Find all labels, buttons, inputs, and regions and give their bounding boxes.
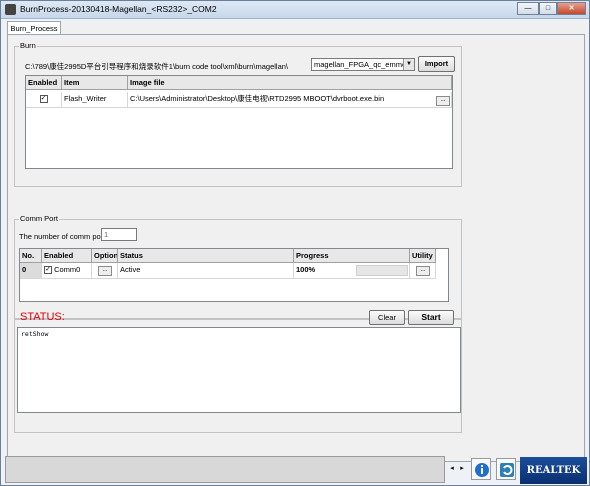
clear-button[interactable]: Clear	[369, 310, 405, 325]
comm-group-label: Comm Port	[19, 214, 59, 223]
utility-button[interactable]: ...	[416, 266, 430, 276]
column-header-enabled[interactable]: Enabled	[26, 76, 62, 90]
status-bar	[5, 456, 445, 483]
app-icon	[5, 4, 16, 15]
column-header-option[interactable]: Option	[92, 249, 118, 263]
info-icon	[475, 463, 489, 477]
comm-count-input[interactable]: 1	[101, 228, 137, 241]
column-header-utility[interactable]: Utility	[410, 249, 436, 263]
maximize-button[interactable]: □	[539, 2, 557, 15]
status-log[interactable]: retShow	[17, 327, 461, 413]
minimize-button[interactable]: —	[517, 2, 539, 15]
import-button[interactable]: Import	[418, 56, 455, 72]
option-cell[interactable]: ...	[92, 263, 118, 279]
item-cell[interactable]: Flash_Writer	[62, 92, 128, 108]
close-button[interactable]: ✕	[557, 2, 586, 15]
enabled-cell[interactable]: ✓ Comm0	[42, 263, 92, 279]
image-file-cell[interactable]: C:\Users\Administrator\Desktop\康佳电视\RTD2…	[128, 92, 452, 108]
app-window: BurnProcess-20130418-Magellan_<RS232>_CO…	[0, 0, 590, 486]
config-select-value: magellan_FPGA_qc_emmc	[314, 60, 406, 69]
option-button[interactable]: ...	[98, 266, 112, 276]
window-title: BurnProcess-20130418-Magellan_<RS232>_CO…	[20, 4, 217, 14]
tab-burn-process[interactable]: Burn_Process	[7, 21, 61, 35]
browse-image-button[interactable]: ...	[436, 96, 450, 106]
column-header-image-file[interactable]: Image file	[128, 76, 452, 90]
realtek-logo: REALTEK	[520, 457, 587, 484]
refresh-icon	[500, 463, 514, 477]
start-button[interactable]: Start	[408, 310, 454, 325]
scroll-right-icon[interactable]: ▸	[458, 461, 466, 477]
progress-bar	[356, 265, 408, 276]
comm-enabled-checkbox[interactable]: ✓	[44, 266, 52, 275]
title-bar: BurnProcess-20130418-Magellan_<RS232>_CO…	[1, 1, 589, 19]
column-header-progress[interactable]: Progress	[294, 249, 410, 263]
progress-cell: 100%	[294, 263, 410, 279]
column-header-no[interactable]: No.	[20, 249, 42, 263]
comm-port-group: Comm Port The number of comm port 1 No. …	[14, 214, 462, 319]
burn-group-label: Burn	[19, 41, 37, 50]
enabled-checkbox[interactable]: ✓	[39, 95, 48, 104]
info-button[interactable]	[471, 458, 491, 480]
column-header-status[interactable]: Status	[118, 249, 294, 263]
column-header-enabled[interactable]: Enabled	[42, 249, 92, 263]
row-number-cell: 0	[20, 263, 42, 279]
comm-name: Comm0	[54, 265, 81, 274]
status-cell: Active	[118, 263, 294, 279]
utility-cell[interactable]: ...	[410, 263, 436, 279]
column-header-item[interactable]: Item	[62, 76, 128, 90]
status-title: STATUS:	[20, 311, 65, 323]
enabled-cell[interactable]: ✓	[26, 92, 62, 108]
image-file-path: C:\Users\Administrator\Desktop\康佳电视\RTD2…	[130, 94, 385, 103]
config-select[interactable]: magellan_FPGA_qc_emmc ▼	[311, 58, 415, 71]
comm-count-label: The number of comm port	[19, 232, 106, 241]
client-area: Burn_Process Burn C:\789\康佳2995D平台引导程序和烧…	[5, 21, 587, 463]
comm-table: No. Enabled Option Status Progress Utili…	[19, 248, 449, 302]
burn-group: Burn C:\789\康佳2995D平台引导程序和烧录软件1\burn cod…	[14, 41, 462, 187]
chevron-down-icon[interactable]: ▼	[403, 59, 414, 70]
scroll-left-icon[interactable]: ◂	[448, 461, 456, 477]
burn-table: Enabled Item Image file ✓ Flash_Writer C…	[25, 75, 453, 169]
refresh-button[interactable]	[496, 458, 516, 480]
progress-value: 100%	[296, 265, 316, 274]
tab-page: Burn C:\789\康佳2995D平台引导程序和烧录软件1\burn cod…	[7, 34, 585, 462]
burn-path: C:\789\康佳2995D平台引导程序和烧录软件1\burn code too…	[25, 62, 289, 71]
